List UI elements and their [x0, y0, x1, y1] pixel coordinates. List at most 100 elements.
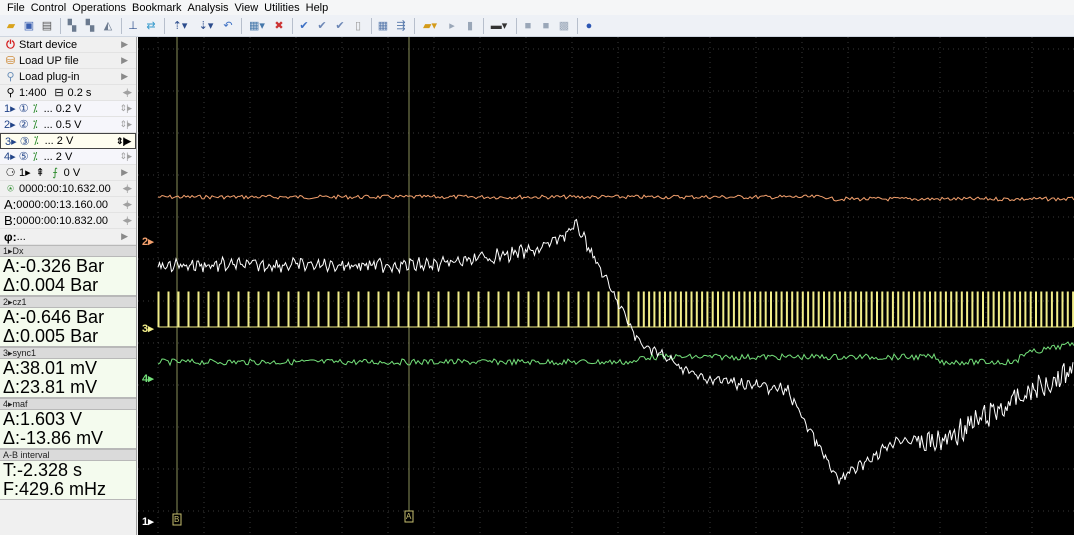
grid-icon[interactable]: ▦ — [375, 18, 391, 34]
zoom-value: 1:400 — [19, 86, 47, 99]
phase-row[interactable]: φ: ... ▶ — [0, 229, 136, 245]
grid — [138, 37, 1074, 535]
spin-arrows-icon[interactable]: ⇕|▸ — [120, 119, 132, 130]
channel-3-label: 3▸ — [142, 323, 154, 335]
chevron-right-icon: ▶ — [121, 231, 128, 241]
delete-icon[interactable]: ✖ — [271, 18, 287, 34]
measurement-4-delta: Δ:-13.86 mV — [3, 428, 104, 448]
toolbar: ▰ ▣ ▤ ▚ ▚ ◭ ⊥ ⇄ ⇡▾ ⇣▾ ↶ ▦▾ ✖ ✔ ✔ ✔ ▯ ▦ ⇶… — [0, 15, 1074, 37]
plugin-icon: ⚲ — [6, 70, 15, 83]
page-icon[interactable]: ▯ — [350, 18, 366, 34]
time-cursor-value: 0000:00:10.632.00 — [19, 182, 111, 195]
spin-arrows-icon[interactable]: ⇕|▸ — [120, 151, 132, 162]
cursor-b-icon: B: — [4, 213, 17, 228]
time-cursor-row[interactable]: ⍟ 0000:00:10.632.00 ◂|▸ — [0, 181, 136, 197]
channel-2-id: 2▸ ② — [4, 119, 29, 131]
load-plugin-item[interactable]: ⚲ Load plug-in ▶ — [0, 69, 136, 85]
channel-math-icon[interactable]: ⇣▾ — [194, 18, 218, 34]
cursor-b-row[interactable]: B: 0000:00:10.832.00 ◂|▸ — [0, 213, 136, 229]
toolbar-separator — [164, 17, 165, 34]
chevron-right-icon: ▶ — [121, 167, 128, 177]
spin-arrows-icon[interactable]: ◂|▸ — [123, 87, 132, 98]
play-icon[interactable]: ▸ — [444, 18, 460, 34]
menu-utilities[interactable]: Utilities — [261, 1, 302, 15]
chevron-right-icon: ▶ — [121, 55, 128, 65]
spin-arrows-icon[interactable]: ⇕|▸ — [120, 103, 132, 114]
menu-file[interactable]: File — [4, 1, 28, 15]
measurement-3: A:38.01 mV Δ:23.81 mV — [0, 359, 136, 398]
cursor-icon[interactable]: ⇄ — [143, 18, 159, 34]
channel-3-row[interactable]: 3▸ ③ ⁒ ... 2 V ⇕|▶ — [0, 133, 136, 149]
measurement-1-delta: Δ:0.004 Bar — [3, 275, 99, 295]
save-icon[interactable]: ▣ — [21, 18, 37, 34]
open-icon[interactable]: ▰ — [3, 18, 19, 34]
file-open-icon: ⛁ — [5, 54, 16, 67]
check3-icon[interactable]: ✔ — [332, 18, 348, 34]
load-up-file-item[interactable]: ⛁ Load UP file ▶ — [0, 53, 136, 69]
probe-icon: ⁒ — [32, 118, 38, 131]
edge-icon: ⇞ — [35, 166, 45, 179]
toolbar-separator — [371, 17, 372, 34]
spin-arrows-icon[interactable]: ◂|▸ — [123, 199, 132, 210]
menu-view[interactable]: View — [232, 1, 262, 15]
menu-help[interactable]: Help — [303, 1, 332, 15]
channel-1-row[interactable]: 1▸ ① ⁒ ... 0.2 V ⇕|▸ — [0, 101, 136, 117]
box2-icon[interactable]: ■ — [538, 18, 554, 34]
trigger-icon[interactable]: ⊥ — [125, 18, 141, 34]
load-up-file-label: Load UP file — [19, 54, 79, 67]
menu-control[interactable]: Control — [28, 1, 69, 15]
box3-icon[interactable]: ▩ — [556, 18, 572, 34]
menu-operations[interactable]: Operations — [69, 1, 129, 15]
channel-4-scale: ... 2 V — [43, 150, 73, 163]
measurement-2-delta: Δ:0.005 Bar — [3, 326, 99, 346]
layout1-icon[interactable]: ▚ — [64, 18, 80, 34]
print-icon[interactable]: ▤ — [39, 18, 55, 34]
check2-icon[interactable]: ✔ — [314, 18, 330, 34]
stop-icon[interactable]: ▮ — [462, 18, 478, 34]
control-panel: ⏻ Start device ▶ ⛁ Load UP file ▶ ⚲ Load… — [0, 37, 137, 535]
cursor-a-row[interactable]: A: 0000:00:13.160.00 ◂|▸ — [0, 197, 136, 213]
record-icon[interactable]: ▰▾ — [418, 18, 442, 34]
undo-icon[interactable]: ↶ — [220, 18, 236, 34]
measurement-1-value: A:-0.326 Bar — [3, 256, 105, 276]
layout3-icon[interactable]: ◭ — [100, 18, 116, 34]
channel-add-icon[interactable]: ⇡▾ — [168, 18, 192, 34]
spin-arrows-icon[interactable]: ◂|▸ — [123, 215, 132, 226]
math-icon[interactable]: ▦▾ — [245, 18, 269, 34]
toolbar-separator — [483, 17, 484, 34]
level-icon: ⨍ — [52, 166, 58, 179]
channel-3-trace — [157, 291, 1074, 328]
channel-2-row[interactable]: 2▸ ② ⁒ ... 0.5 V ⇕|▸ — [0, 117, 136, 133]
probe-icon: ⁒ — [33, 135, 39, 147]
box1-icon[interactable]: ■ — [520, 18, 536, 34]
help-icon[interactable]: ● — [581, 18, 597, 34]
power-icon: ⏻ — [6, 38, 15, 51]
oscilloscope-display[interactable]: B A 2▸ 3▸ 4▸ 1▸ — [138, 37, 1074, 535]
check-icon[interactable]: ✔ — [296, 18, 312, 34]
interval-frequency: F:429.6 mHz — [3, 479, 107, 499]
zoom-timebase-row[interactable]: ⚲ 1:400 ⊟ 0.2 s ◂|▸ — [0, 85, 136, 101]
trigger-mode-icon: ⚆ — [5, 166, 16, 179]
channel-3-id: 3▸ ③ — [5, 135, 30, 148]
measurement-2: A:-0.646 Bar Δ:0.005 Bar — [0, 308, 136, 347]
waveform-canvas[interactable] — [138, 37, 1074, 535]
cursor-b-value: 0000:00:10.832.00 — [16, 214, 109, 227]
start-device-item[interactable]: ⏻ Start device ▶ — [0, 37, 136, 53]
measurement-3-delta: Δ:23.81 mV — [3, 377, 98, 397]
channel-4-row[interactable]: 4▸ ⑤ ⁒ ... 2 V ⇕|▸ — [0, 149, 136, 165]
measurement-3-value: A:38.01 mV — [3, 358, 98, 378]
interval-time: T:-2.328 s — [3, 460, 83, 480]
chevron-right-icon: ▶ — [121, 39, 128, 49]
chevron-right-icon: ▶ — [121, 71, 128, 81]
layout2-icon[interactable]: ▚ — [82, 18, 98, 34]
menu-bookmark[interactable]: Bookmark — [129, 1, 185, 15]
export-icon[interactable]: ⇶ — [393, 18, 409, 34]
cursor-a-icon: A: — [4, 197, 17, 212]
toolbar-separator — [414, 17, 415, 34]
channel-2-label: 2▸ — [142, 236, 154, 248]
spin-arrows-icon[interactable]: ⇕|▶ — [116, 136, 131, 147]
trigger-row[interactable]: ⚆ 1▸ ⇞ ⨍ 0 V ▶ — [0, 165, 136, 181]
display-icon[interactable]: ▬▾ — [487, 18, 511, 34]
menu-analysis[interactable]: Analysis — [185, 1, 232, 15]
spin-arrows-icon[interactable]: ◂|▸ — [123, 183, 132, 194]
